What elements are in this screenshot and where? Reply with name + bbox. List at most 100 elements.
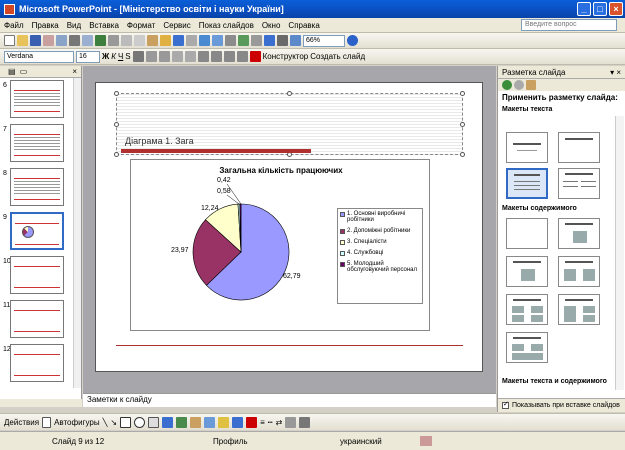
- font-select[interactable]: Verdana: [4, 50, 74, 63]
- menu-help[interactable]: Справка: [288, 21, 319, 30]
- menu-view[interactable]: Вид: [67, 21, 81, 30]
- menu-file[interactable]: Файл: [4, 21, 24, 30]
- dash-style-icon[interactable]: ┅: [268, 418, 273, 427]
- research-icon[interactable]: [108, 35, 119, 46]
- menu-format[interactable]: Формат: [127, 21, 155, 30]
- align-right-icon[interactable]: [158, 51, 170, 62]
- outline-tab[interactable]: ▤: [8, 67, 16, 76]
- task-pane-close-icon[interactable]: ▾ ×: [610, 68, 621, 77]
- clipart-icon[interactable]: [190, 416, 202, 428]
- insert-table-icon[interactable]: [212, 35, 223, 46]
- grayscale-icon[interactable]: [277, 35, 288, 46]
- copy-icon[interactable]: [134, 35, 145, 46]
- shadow-style-icon[interactable]: [285, 416, 297, 428]
- slide-thumbnail-7[interactable]: [10, 124, 64, 162]
- layout-content[interactable]: [558, 218, 600, 249]
- align-center-icon[interactable]: [145, 51, 157, 62]
- picture-icon[interactable]: [204, 416, 216, 428]
- align-left-icon[interactable]: [132, 51, 144, 62]
- undo-icon[interactable]: [173, 35, 184, 46]
- task-pane-scrollbar[interactable]: [615, 116, 624, 390]
- tables-borders-icon[interactable]: [225, 35, 236, 46]
- bold-button[interactable]: Ж: [102, 52, 109, 61]
- redo-icon[interactable]: [186, 35, 197, 46]
- layout-content-row[interactable]: [506, 332, 548, 363]
- new-icon[interactable]: [4, 35, 15, 46]
- notes-pane[interactable]: Заметки к слайду: [83, 393, 496, 407]
- minimize-button[interactable]: _: [577, 2, 591, 16]
- line-style-icon[interactable]: ≡: [260, 418, 265, 427]
- slide-thumbnail-10[interactable]: [10, 256, 64, 294]
- format-painter-icon[interactable]: [160, 35, 171, 46]
- spelling-icon[interactable]: [95, 35, 106, 46]
- decrease-indent-icon[interactable]: [223, 51, 235, 62]
- layout-two-columns[interactable]: [558, 168, 600, 199]
- insert-chart-icon[interactable]: [199, 35, 210, 46]
- slide-thumbnail-12[interactable]: [10, 344, 64, 382]
- line-color-icon[interactable]: [232, 416, 244, 428]
- cut-icon[interactable]: [121, 35, 132, 46]
- autoshapes-menu[interactable]: Автофигуры: [54, 418, 100, 427]
- wordart-icon[interactable]: [162, 416, 174, 428]
- chart-object[interactable]: Загальна кількість працюючих 62,79 23,97 1…: [130, 159, 430, 331]
- color-icon[interactable]: [290, 35, 301, 46]
- fill-color-icon[interactable]: [218, 416, 230, 428]
- expand-all-icon[interactable]: [251, 35, 262, 46]
- open-icon[interactable]: [17, 35, 28, 46]
- designer-button[interactable]: Конструктор: [263, 52, 309, 61]
- arrow-icon[interactable]: ↘: [110, 418, 117, 427]
- menu-tools[interactable]: Сервис: [163, 21, 190, 30]
- layout-title-text[interactable]: [506, 168, 548, 199]
- menu-slideshow[interactable]: Показ слайдов: [199, 21, 254, 30]
- maximize-button[interactable]: □: [593, 2, 607, 16]
- view-buttons[interactable]: [0, 399, 82, 407]
- layout-two-content[interactable]: [558, 256, 600, 287]
- close-pane-icon[interactable]: ×: [72, 67, 77, 76]
- layout-title-content[interactable]: [506, 256, 548, 287]
- title-placeholder[interactable]: Діаграма 1. Зага: [114, 91, 465, 157]
- close-button[interactable]: ×: [609, 2, 623, 16]
- menu-insert[interactable]: Вставка: [89, 21, 119, 30]
- line-icon[interactable]: ╲: [103, 418, 108, 427]
- layout-title-slide[interactable]: [506, 132, 548, 163]
- help-search-input[interactable]: Введите вопрос: [521, 19, 617, 31]
- slide-thumbnail-11[interactable]: [10, 300, 64, 338]
- email-icon[interactable]: [56, 35, 67, 46]
- underline-button[interactable]: Ч: [118, 52, 123, 61]
- 3d-style-icon[interactable]: [299, 416, 311, 428]
- grow-font-icon[interactable]: [197, 51, 209, 62]
- save-icon[interactable]: [30, 35, 41, 46]
- slide-thumbnail-6[interactable]: [10, 80, 64, 118]
- zoom-select[interactable]: 66%: [303, 34, 345, 47]
- insert-diagram-icon[interactable]: [238, 35, 249, 46]
- select-pointer-icon[interactable]: [42, 416, 52, 428]
- font-color-icon[interactable]: [249, 51, 261, 62]
- font-color-draw-icon[interactable]: [246, 416, 258, 428]
- new-slide-button[interactable]: Создать слайд: [310, 52, 365, 61]
- rectangle-icon[interactable]: [120, 416, 132, 428]
- paste-icon[interactable]: [147, 35, 158, 46]
- slide-thumbnail-9[interactable]: [10, 212, 64, 250]
- actions-menu[interactable]: Действия: [4, 418, 39, 427]
- layout-content-over[interactable]: [558, 294, 600, 325]
- back-icon[interactable]: [502, 80, 512, 90]
- show-on-insert-checkbox[interactable]: [502, 400, 509, 409]
- help-icon[interactable]: [347, 35, 358, 46]
- menu-window[interactable]: Окно: [262, 21, 281, 30]
- slide-thumbnail-8[interactable]: [10, 168, 64, 206]
- layout-title-only[interactable]: [558, 132, 600, 163]
- slides-tab[interactable]: ▭: [20, 67, 28, 76]
- layout-four-content[interactable]: [506, 294, 548, 325]
- slides-scrollbar[interactable]: [73, 78, 81, 388]
- textbox-icon[interactable]: [148, 416, 160, 428]
- italic-button[interactable]: К: [111, 52, 116, 61]
- increase-indent-icon[interactable]: [236, 51, 248, 62]
- print-icon[interactable]: [69, 35, 80, 46]
- preview-icon[interactable]: [82, 35, 93, 46]
- diagram-icon[interactable]: [176, 416, 188, 428]
- oval-icon[interactable]: [134, 416, 146, 428]
- shadow-button[interactable]: S: [125, 52, 130, 61]
- numbering-icon[interactable]: [171, 51, 183, 62]
- bullets-icon[interactable]: [184, 51, 196, 62]
- forward-icon[interactable]: [514, 80, 524, 90]
